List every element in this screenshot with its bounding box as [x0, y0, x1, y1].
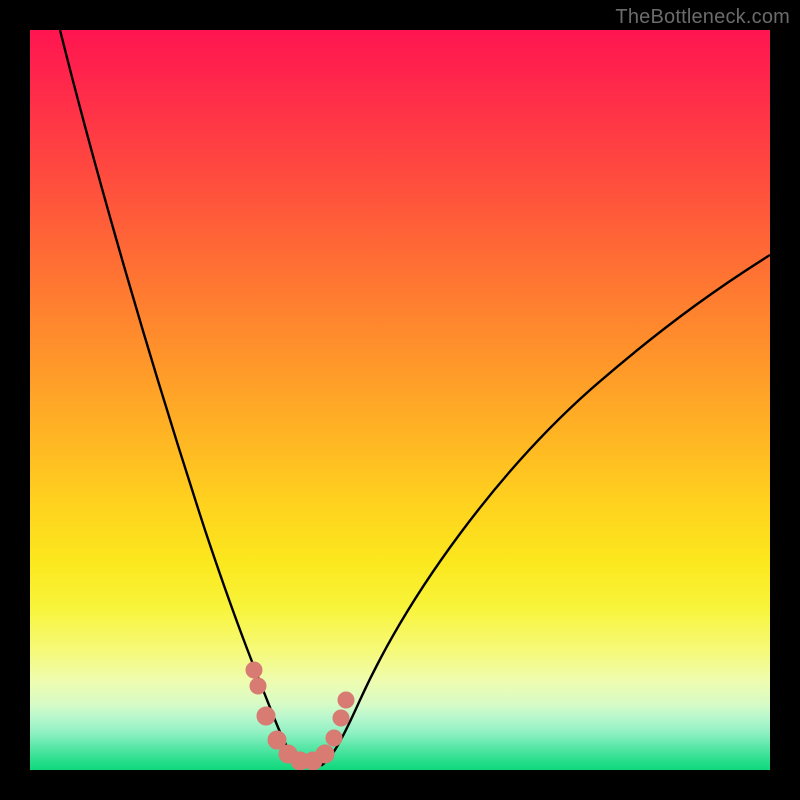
outer-frame: TheBottleneck.com — [0, 0, 800, 800]
plot-area — [30, 30, 770, 770]
bottleneck-curve — [60, 30, 770, 765]
chart-svg — [30, 30, 770, 770]
watermark-text: TheBottleneck.com — [615, 6, 790, 29]
marker-dots — [246, 662, 354, 770]
